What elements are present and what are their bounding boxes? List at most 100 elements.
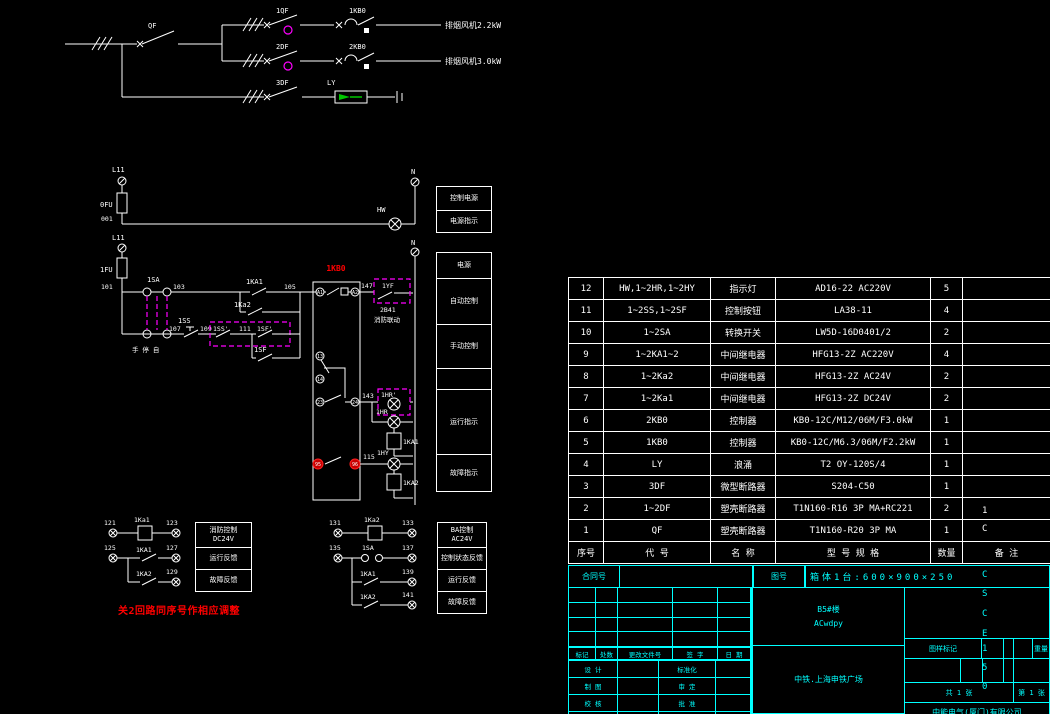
cell-index: 7 [569,388,604,410]
lbl-135: 135 [329,544,341,552]
cell-remark [963,278,1050,300]
cell-code: HW,1~2HR,1~2HY [604,278,711,300]
clipped-char: 5 [982,663,987,673]
lbl-1sa-ba: 1SA [362,544,374,552]
lbl-1ka2-ba: 1KA2 [360,593,376,601]
cell-model: T1N160-R20 3P MA [776,520,931,542]
cell-model: LA38-11 [776,300,931,322]
cell-qty: 2 [931,388,963,410]
lbl-131: 131 [329,519,341,527]
cell-name: 控制器 [711,432,776,454]
lbl-1ka2-coil: 1KA2 [403,479,419,487]
lbl-1kb0-red: 1KB0 [326,264,345,273]
cell-name: 塑壳断路器 [711,498,776,520]
role-draw: 制 图 [569,678,618,695]
revision-grid [568,587,752,648]
cell-index: 1 [569,520,604,542]
coil-1ka2-fb [368,526,382,540]
caption-box-fire-fb: 消防控制 DC24V 运行反馈 故障反馈 [195,522,252,592]
cell-remark [963,410,1050,432]
caption-row: 电源 [437,253,491,278]
table-row: 11 1~2SS,1~2SF 控制按钮 LA38-11 4 [569,300,1050,322]
caption-row: 电源指示 [437,210,491,232]
cell-index: 12 [569,278,604,300]
lbl-147: 147 [361,282,373,290]
fuse-0fu [117,193,127,213]
revision-note: 关2回路同序号作相应调整 [118,602,318,617]
cell-name: 控制按钮 [711,300,776,322]
lbl-2kb0: 2KB0 [349,43,366,51]
rev-hdr: 处数 [596,648,618,660]
surge-arrow-icon [339,94,350,100]
lbl-1ka2-ba-coil: 1Ka2 [364,516,380,524]
contract-value [619,565,754,588]
lbl-103: 103 [173,283,185,291]
weight-label: 重量 [1032,638,1050,659]
cell-remark [963,344,1050,366]
caption-row: 故障反馈 [438,591,486,613]
cell-qty: 4 [931,300,963,322]
lbl-1ka1-fb-coil: 1Ka1 [134,516,150,524]
hdr-qty: 数量 [931,542,963,564]
roles-grid: 设 计 标准化 制 图 审 定 校 核 批 准 [568,660,752,714]
caption-row [437,368,491,389]
lbl-1ka1-coil: 1KA1 [403,438,419,446]
cell-model: LW5D-16D0401/2 [776,322,931,344]
caption-row: 控制状态反馈 [438,547,486,569]
cell-code: 2KB0 [604,410,711,432]
cell-remark [963,520,1050,542]
cell-code: 1~2SS,1~2SF [604,300,711,322]
table-header-row: 序号 代 号 名 称 型 号 规 格 数量 备 注 [569,542,1050,564]
cell-name: 转换开关 [711,322,776,344]
cell-remark [963,388,1050,410]
cell-name: 中间继电器 [711,344,776,366]
cell-name: 控制器 [711,410,776,432]
caption-row: 故障反馈 [196,569,251,591]
drawing-code-cell [904,587,1050,639]
title-block: 合同号 图号 箱体1台:600×900×250 标记 处数 更改文件号 签 字 … [568,565,1050,714]
cell-qty: 5 [931,278,963,300]
table-row: 2 1~2DF 塑壳断路器 T1N160-R16 3P MA+RC221 2 [569,498,1050,520]
contactor-mark [364,28,369,33]
rev-hdr: 日 期 [718,648,751,660]
clipped-char: C [982,609,987,619]
clipped-char: 1 [982,644,987,654]
hdr-model: 型 号 规 格 [776,542,931,564]
lbl-1ka2-fb: 1KA2 [136,570,152,578]
drawing-no-value: 箱体1台:600×900×250 [804,565,1050,588]
lbl-a1: A1 [317,290,323,296]
table-row: 7 1~2Ka1 中间继电器 HFG13-2Z DC24V 2 [569,388,1050,410]
table-row: 12 HW,1~2HR,1~2HY 指示灯 AD16-22 AC220V 5 [569,278,1050,300]
fuse-1fu [117,258,127,278]
lbl-133: 133 [402,519,414,527]
lbl-hw: HW [377,206,386,214]
clipped-char: 0 [982,682,987,692]
lbl-a2: A2 [352,290,358,296]
lbl-1ka1-ba: 1KA1 [360,570,376,578]
mini-circuit-fire-feedback: 121 123 125 127 129 1Ka1 1KA1 1KA2 [104,516,180,586]
cell-code: 1KB0 [604,432,711,454]
cell-qty: 4 [931,344,963,366]
revision-header: 标记 处数 更改文件号 签 字 日 期 [568,647,752,661]
lbl-143: 143 [362,392,374,400]
cell-qty: 1 [931,432,963,454]
motor-protect-icon [284,26,292,34]
lbl-1kb0: 1KB0 [349,7,366,15]
cell-model: HFG13-2Z AC220V [776,344,931,366]
parts-table: 12 HW,1~2HR,1~2HY 指示灯 AD16-22 AC220V 5 1… [568,277,1050,564]
contactor-mark [364,64,369,69]
caption-row: BA控制 AC24V [438,523,486,547]
lbl-l11a: L11 [112,166,125,174]
caption-box-control: 电源 自动控制 手动控制 运行指示 故障指示 [436,252,492,492]
table-row: 1 QF 塑壳断路器 T1N160-R20 3P MA 1 [569,520,1050,542]
lbl-139: 139 [402,568,414,576]
caption-row: 消防控制 DC24V [196,523,251,547]
lbl-115: 115 [363,453,375,461]
lbl-1hr-remote: 1HR' [381,391,397,399]
cell-remark [963,476,1050,498]
cell-name: 浪涌 [711,454,776,476]
cell-remark [963,366,1050,388]
table-row: 9 1~2KA1~2 中间继电器 HFG13-2Z AC220V 4 [569,344,1050,366]
cell-model: T1N160-R16 3P MA+RC221 [776,498,931,520]
clipped-char: S [982,589,987,599]
